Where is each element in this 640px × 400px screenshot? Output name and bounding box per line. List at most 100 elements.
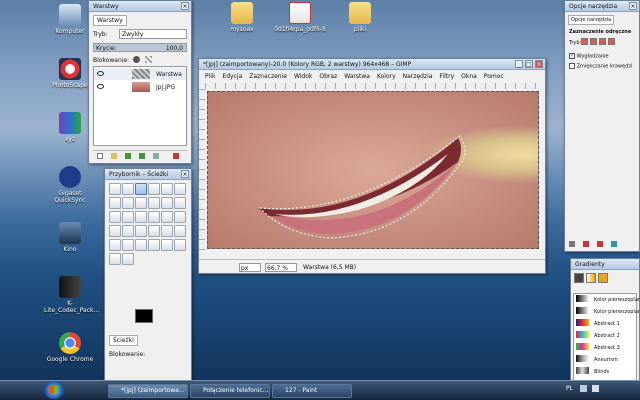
replace-mode-icon[interactable] xyxy=(581,38,588,45)
feather-option[interactable]: Zmiękczanie krawędzi xyxy=(569,63,632,70)
menu-item[interactable]: Edycja xyxy=(222,73,242,80)
layers-tab[interactable]: Warstwy xyxy=(93,15,127,26)
menu-item[interactable]: Plik xyxy=(205,73,215,80)
delete-icon[interactable] xyxy=(173,153,179,159)
opacity-slider[interactable]: Krycie: 100,0 xyxy=(93,43,187,52)
toolbox-titlebar[interactable]: Przybornik – Ścieżki × xyxy=(105,169,191,180)
gradient-item[interactable]: Aneurism xyxy=(574,355,636,366)
scale-icon[interactable] xyxy=(148,211,160,223)
restore-icon[interactable] xyxy=(582,241,589,247)
fuzzy-select-icon[interactable] xyxy=(148,183,160,195)
close-icon[interactable]: × xyxy=(629,2,637,10)
gradient-tab-icon[interactable] xyxy=(585,273,596,283)
ellipse-select-icon[interactable] xyxy=(122,183,134,195)
pencil-icon[interactable] xyxy=(174,225,186,237)
subtract-mode-icon[interactable] xyxy=(598,38,606,45)
add-mode-icon[interactable] xyxy=(589,38,597,45)
smudge-icon[interactable] xyxy=(109,253,121,265)
clock-icon[interactable] xyxy=(604,385,622,392)
color-select-icon[interactable] xyxy=(161,183,173,195)
raise-icon[interactable] xyxy=(125,153,131,159)
gradient-item[interactable]: Kolor pierwszoplanowy xyxy=(574,307,640,318)
menu-item[interactable]: Warstwa xyxy=(344,73,370,80)
menu-item[interactable]: Pomoc xyxy=(484,73,504,80)
clone-icon[interactable] xyxy=(161,239,173,251)
layer-row[interactable]: Warstwa xyxy=(94,68,186,80)
lower-icon[interactable] xyxy=(139,153,145,159)
perspective-icon[interactable] xyxy=(174,211,186,223)
new-layer-icon[interactable] xyxy=(97,153,103,159)
menu-item[interactable]: Narzędzia xyxy=(403,73,433,80)
rotate-icon[interactable] xyxy=(135,211,147,223)
antialias-option[interactable]: ✓ Wygładzanie xyxy=(569,53,609,60)
menu-item[interactable]: Kolory xyxy=(377,73,396,80)
brush-lock-icon[interactable] xyxy=(133,56,140,63)
cage-icon[interactable] xyxy=(122,225,134,237)
menu-item[interactable]: Filtry xyxy=(439,73,454,80)
mode-select[interactable]: Zwykły xyxy=(119,29,187,39)
taskbar-item-paint[interactable]: 127 - Paint xyxy=(272,384,352,398)
rect-select-icon[interactable] xyxy=(109,183,121,195)
eye-icon[interactable] xyxy=(97,71,104,76)
language-indicator[interactable]: PL xyxy=(566,385,573,392)
desktop-icon-klite[interactable]: K-Lite_Codec_Pack... xyxy=(44,276,99,314)
measure-icon[interactable] xyxy=(161,197,173,209)
desktop-icon-pdf[interactable]: 0d1fi4rpa_pdf6-8 xyxy=(274,2,326,33)
paintbrush-icon[interactable] xyxy=(109,239,121,251)
foreground-color[interactable] xyxy=(135,309,153,323)
taskbar-item-gimp[interactable]: *[jpj] (zaimportowa... xyxy=(108,384,188,398)
maximize-icon[interactable]: □ xyxy=(525,60,533,68)
close-icon[interactable]: × xyxy=(535,60,543,68)
desktop-icon-gigaset[interactable]: Gigaset QuickSync xyxy=(44,166,96,204)
eye-icon[interactable] xyxy=(97,84,104,89)
unit-select[interactable]: px xyxy=(239,263,261,272)
start-button[interactable] xyxy=(44,381,64,399)
text-icon[interactable] xyxy=(135,225,147,237)
pattern-tab-icon[interactable] xyxy=(597,273,608,283)
tool-options-tab[interactable]: Ścieżki xyxy=(109,335,138,346)
gradient-item[interactable]: Abstract 1 xyxy=(574,319,636,330)
folder-icon[interactable] xyxy=(111,153,117,159)
duplicate-icon[interactable] xyxy=(153,153,159,159)
antialias-checkbox[interactable]: ✓ xyxy=(569,53,575,59)
flip-icon[interactable] xyxy=(109,225,121,237)
desktop-icon-kino[interactable]: Kino xyxy=(44,222,96,253)
scissors-icon[interactable] xyxy=(174,183,186,195)
bucket-fill-icon[interactable] xyxy=(148,225,160,237)
layers-titlebar[interactable]: Warstwy × xyxy=(89,1,191,12)
save-icon[interactable] xyxy=(569,241,575,247)
gradient-item[interactable]: Abstract 2 xyxy=(574,331,636,342)
reset-icon[interactable] xyxy=(610,241,617,247)
image-titlebar[interactable]: *[jpj] (zaimportowany)-20.0 (Kolory RGB,… xyxy=(199,59,545,70)
intersect-mode-icon[interactable] xyxy=(607,38,615,45)
network-icon[interactable] xyxy=(580,385,587,392)
color-picker-icon[interactable] xyxy=(135,197,147,209)
menu-item[interactable]: Widok xyxy=(294,73,312,80)
desktop-icon-pliki[interactable]: pliki xyxy=(334,2,386,33)
gradient-item[interactable]: Abstract 3 xyxy=(574,343,636,354)
align-icon[interactable] xyxy=(109,211,121,223)
ink-icon[interactable] xyxy=(148,239,160,251)
desktop-icon-mysoav[interactable]: mysoav xyxy=(216,2,268,33)
paths-icon[interactable] xyxy=(122,197,134,209)
close-icon[interactable]: × xyxy=(181,2,189,10)
delete-icon[interactable] xyxy=(596,241,603,247)
heal-icon[interactable] xyxy=(174,239,186,251)
gradient-item[interactable]: Blinds xyxy=(574,367,636,378)
lasso-icon[interactable] xyxy=(135,183,147,195)
gradient-item[interactable]: Kolor pierwszoplanowy xyxy=(574,295,640,306)
feather-checkbox[interactable] xyxy=(569,63,575,69)
desktop-icon-chrome[interactable]: Google Chrome xyxy=(44,332,96,363)
tool-options-titlebar[interactable]: Opcje narzędzia × xyxy=(565,1,639,12)
close-icon[interactable]: × xyxy=(181,170,189,178)
eraser-icon[interactable] xyxy=(122,239,134,251)
alpha-lock-icon[interactable] xyxy=(145,56,152,63)
shear-icon[interactable] xyxy=(161,211,173,223)
blend-icon[interactable] xyxy=(161,225,173,237)
minimize-icon[interactable]: _ xyxy=(515,60,523,68)
canvas[interactable] xyxy=(207,91,539,249)
layer-row[interactable]: jpj.JPG xyxy=(94,81,186,93)
airbrush-icon[interactable] xyxy=(135,239,147,251)
zoom-icon[interactable] xyxy=(148,197,160,209)
menu-item[interactable]: Okna xyxy=(461,73,477,80)
